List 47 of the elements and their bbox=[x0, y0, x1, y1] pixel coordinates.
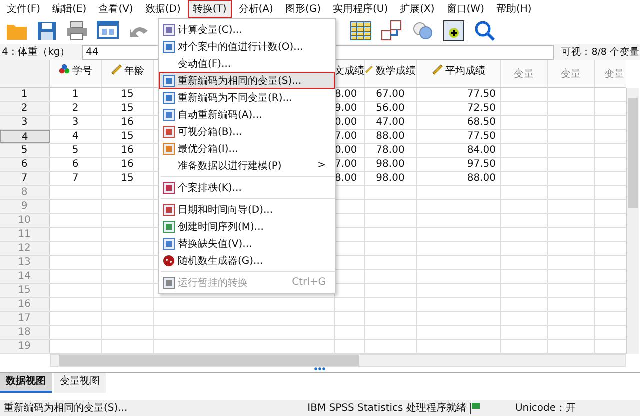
visible-variables-count: 可视：8/8 个变量 bbox=[562, 46, 640, 58]
table-cell: 2 bbox=[72, 103, 79, 114]
table-cell: 5 bbox=[72, 145, 79, 156]
table-cell: 4 bbox=[72, 131, 79, 142]
table-cell: 9.00 bbox=[335, 103, 358, 114]
table-cell: 67.00 bbox=[376, 89, 405, 100]
table-cell: 56.00 bbox=[376, 103, 405, 114]
table-cell: 16 bbox=[121, 159, 134, 170]
table-cell: 7.00 bbox=[335, 131, 358, 142]
table-cell: 97.50 bbox=[467, 159, 496, 170]
table-cell: 7 bbox=[72, 173, 79, 184]
table-cell: 8.00 bbox=[335, 89, 358, 100]
processor-status: IBM SPSS Statistics 处理程序就绪 bbox=[308, 402, 466, 415]
table-cell: 68.50 bbox=[467, 117, 496, 128]
table-cell: 0.00 bbox=[335, 145, 358, 156]
table-cell: 15 bbox=[121, 103, 134, 114]
table-cell: 3 bbox=[72, 117, 79, 128]
status-message: 重新编码为相同的变量(S)... bbox=[4, 402, 128, 415]
table-cell: 98.00 bbox=[376, 173, 405, 184]
column-label: 变量 bbox=[514, 68, 534, 80]
column-label: 平均成绩 bbox=[446, 64, 486, 78]
table-cell: 77.50 bbox=[467, 131, 496, 142]
table-cell: 88.00 bbox=[376, 131, 405, 142]
table-cell: 84.00 bbox=[467, 145, 496, 156]
table-cell: 16 bbox=[121, 117, 134, 128]
table-cell: 0.00 bbox=[335, 117, 358, 128]
table-cell: 8.00 bbox=[335, 173, 358, 184]
unicode-status: Unicode：开 bbox=[515, 402, 576, 415]
table-cell: 7.00 bbox=[335, 159, 358, 170]
column-label: 数学成绩 bbox=[376, 64, 416, 78]
column-label: 变量 bbox=[561, 68, 581, 80]
column-label: 年龄 bbox=[124, 64, 144, 78]
table-cell: 77.50 bbox=[467, 89, 496, 100]
column-label: 变量 bbox=[604, 68, 624, 80]
table-cell: 15 bbox=[121, 89, 134, 100]
table-cell: 78.00 bbox=[376, 145, 405, 156]
table-cell: 6 bbox=[72, 159, 79, 170]
table-cell: 15 bbox=[121, 131, 134, 142]
table-cell: 16 bbox=[121, 145, 134, 156]
column-label: 学号 bbox=[72, 65, 92, 78]
table-cell: 88.00 bbox=[467, 173, 496, 184]
table-cell: 15 bbox=[121, 173, 134, 184]
table-cell: 47.00 bbox=[376, 117, 405, 128]
table-cell: 72.50 bbox=[467, 103, 496, 114]
table-cell: 1 bbox=[72, 89, 79, 100]
cell-reference: 4 : 体重（kg） bbox=[1, 46, 72, 59]
table-cell: 98.00 bbox=[376, 159, 405, 170]
